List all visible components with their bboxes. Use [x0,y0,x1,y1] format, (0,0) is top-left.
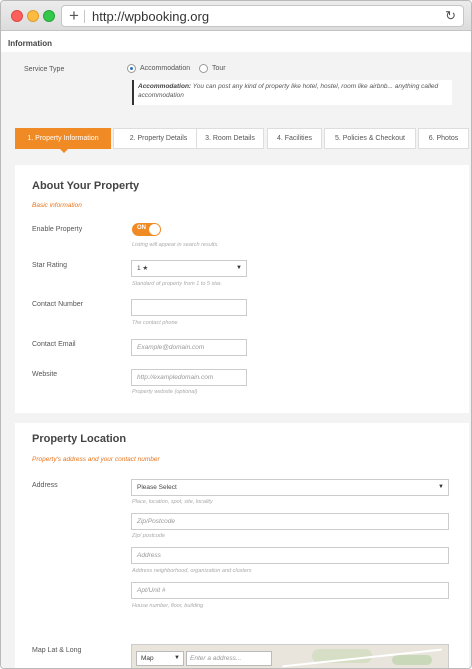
chevron-down-icon: ▼ [438,484,444,490]
contact-number-input[interactable] [131,299,247,316]
chevron-down-icon: ▼ [236,265,242,271]
location-select-value: Please Select [137,484,177,491]
map-lat-long-label: Map Lat & Long [32,647,82,654]
browser-toolbar: + http://wpbooking.org ↻ [1,1,471,31]
star-rating-select[interactable]: 1 ★ ▼ [131,260,247,277]
tab-property-details[interactable]: 2. Property Details [113,128,204,149]
tab-property-information[interactable]: 1. Property Information [15,128,111,153]
toggle-state: ON [137,225,146,231]
enable-property-toggle[interactable]: ON [132,223,161,236]
address-help: Address neighborhood, organization and c… [132,568,252,574]
address-label: Address [32,482,58,489]
location-map[interactable]: Map ▼ Enter a address... [131,644,449,668]
location-select-help: Place, location, spot, site, locality [132,499,213,505]
enable-property-help: Listing will appear in search results. [132,242,219,248]
star-rating-help: Standard of property from 1 to 5 star. [132,281,222,287]
chevron-down-icon: ▼ [174,655,180,661]
website-input[interactable]: http://exampledomain.com [131,369,247,386]
contact-number-label: Contact Number [32,301,83,308]
about-property-subtitle: Basic information [32,202,82,209]
property-location-panel: Property Location Property's address and… [15,423,469,668]
address-bar[interactable]: + http://wpbooking.org ↻ [61,5,464,27]
location-select[interactable]: Please Select ▼ [131,479,449,496]
radio-accommodation[interactable] [127,64,136,73]
toggle-knob [149,224,160,235]
page-content: Information Service Type Accommodation T… [1,32,471,668]
tab-room-details[interactable]: 3. Room Details [196,128,264,149]
radio-tour[interactable] [199,64,208,73]
star-rating-label: Star Rating [32,262,68,269]
note-title: Accommodation: [138,83,192,90]
map-search-input[interactable]: Enter a address... [186,651,272,666]
zip-input[interactable]: Zip/Postcode [131,513,449,530]
page-header [1,32,471,52]
about-property-title: About Your Property [32,180,140,192]
address-divider [84,10,85,23]
minimize-window-icon[interactable] [27,10,39,22]
enable-property-label: Enable Property [32,226,83,233]
tab-photos[interactable]: 6. Photos [418,128,469,149]
star-rating-value: 1 ★ [137,265,149,272]
reload-icon[interactable]: ↻ [445,8,456,24]
map-type-select[interactable]: Map ▼ [136,651,184,666]
maximize-window-icon[interactable] [43,10,55,22]
apt-help: House number, floor, building [132,603,204,609]
zip-help: Zip/ postcode [132,533,166,539]
property-location-subtitle: Property's address and your contact numb… [32,456,160,463]
contact-email-input[interactable]: Example@domain.com [131,339,247,356]
map-terrain [392,655,432,665]
step-tabs: 1. Property Information 2. Property Deta… [15,128,469,153]
website-label: Website [32,371,58,378]
website-help: Property website (optional) [132,389,198,395]
url-text[interactable]: http://wpbooking.org [92,9,209,24]
service-type-note-text: Accommodation: You can post any kind of … [138,82,450,100]
browser-window: + http://wpbooking.org ↻ Information Ser… [0,0,472,669]
service-type-note: Accommodation: You can post any kind of … [132,80,452,105]
address-input[interactable]: Address [131,547,449,564]
new-tab-icon[interactable]: + [69,6,79,26]
contact-email-label: Contact Email [32,341,76,348]
contact-number-help: The contact phone [132,320,178,326]
property-location-title: Property Location [32,433,127,445]
about-property-panel: About Your Property Basic information En… [15,165,469,413]
apt-input[interactable]: Apt/Unit # [131,582,449,599]
radio-tour-label[interactable]: Tour [212,65,226,72]
tab-policies-checkout[interactable]: 5. Policies & Checkout [324,128,416,149]
page-title: Information [8,39,52,48]
close-window-icon[interactable] [11,10,23,22]
service-type-label: Service Type [24,66,65,73]
radio-accommodation-label[interactable]: Accommodation [140,65,190,72]
map-type-value: Map [141,655,154,662]
tab-facilities[interactable]: 4. Facilities [267,128,322,149]
